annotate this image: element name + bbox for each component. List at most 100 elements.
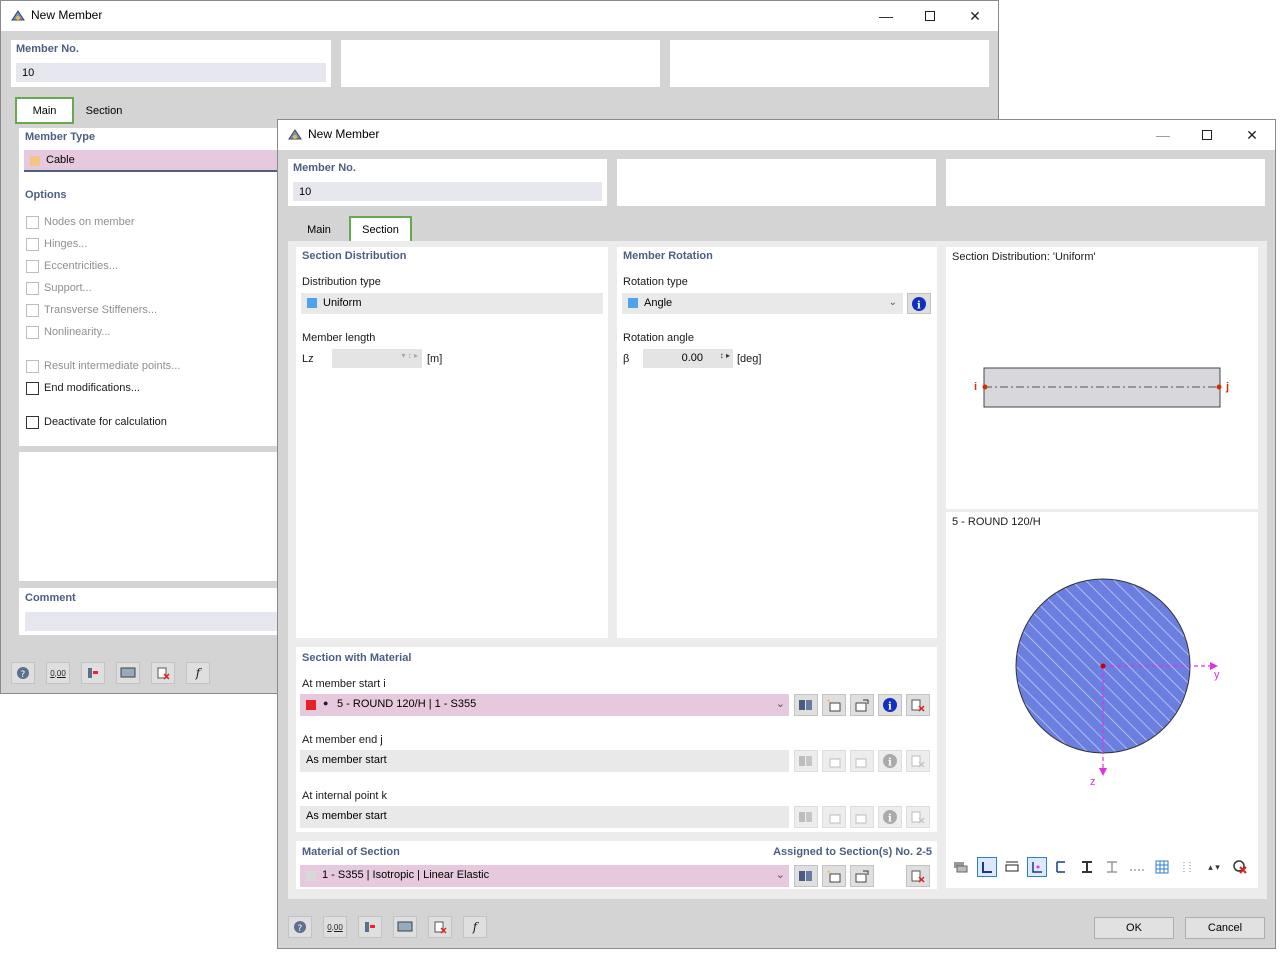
section-points-button[interactable] — [1177, 857, 1197, 877]
internal-edit-button[interactable] — [850, 806, 874, 828]
member-no-input[interactable]: 10 — [293, 182, 602, 201]
section-grid-button[interactable] — [1152, 857, 1172, 877]
chevron-down-icon: ⌄ — [775, 698, 785, 710]
start-delete-button[interactable] — [906, 694, 930, 716]
library-icon — [799, 812, 812, 822]
end-info-button[interactable]: i — [878, 750, 902, 772]
internal-new-button[interactable] — [822, 806, 846, 828]
section-dims-button[interactable] — [977, 857, 997, 877]
maximize-button[interactable] — [907, 1, 953, 31]
rotation-angle-input[interactable]: 0.00 ↕ ▸ — [643, 349, 733, 368]
maximize-button[interactable] — [1184, 120, 1230, 150]
rotation-type-value: Angle — [644, 297, 673, 309]
section-ibeam-outline-button[interactable] — [1102, 857, 1122, 877]
minimize-button[interactable]: — — [1140, 120, 1186, 150]
start-label: At member start i — [302, 678, 386, 690]
back-tab-main[interactable]: Main — [15, 97, 74, 124]
view-button[interactable] — [116, 662, 140, 684]
section-dimline-button[interactable] — [1127, 857, 1147, 877]
cancel-button[interactable]: Cancel — [1185, 917, 1265, 939]
material-library-button[interactable] — [794, 865, 818, 887]
help-button[interactable]: ? — [11, 662, 35, 684]
start-section-combo[interactable]: ● 5 - ROUND 120/H | 1 - S355 ⌄ — [300, 694, 789, 716]
internal-info-button[interactable]: i — [878, 806, 902, 828]
help-icon: ? — [17, 667, 29, 680]
material-edit-button[interactable] — [850, 865, 874, 887]
member-type-combo[interactable]: Cable — [24, 150, 281, 172]
material-new-button[interactable] — [822, 865, 846, 887]
formula-button[interactable]: f — [463, 916, 487, 938]
svg-text:?: ? — [21, 670, 26, 680]
rotation-info-button[interactable]: i — [907, 293, 931, 314]
section-shear-button[interactable] — [1050, 857, 1070, 877]
member-length-input[interactable]: ▾ ↕ ▸ — [332, 349, 422, 368]
end-section-field[interactable]: As member start — [300, 750, 789, 772]
tab-section[interactable]: Section — [349, 216, 412, 243]
minimize-button[interactable]: — — [863, 1, 909, 31]
internal-delete-button[interactable] — [906, 806, 930, 828]
units-button[interactable]: 0,00 — [323, 916, 347, 938]
delete-button[interactable] — [428, 916, 452, 938]
delete-icon — [911, 755, 925, 768]
formula-button[interactable]: f — [186, 662, 210, 684]
option-checkbox[interactable] — [26, 238, 39, 251]
result-points-checkbox[interactable] — [26, 360, 39, 373]
start-new-button[interactable] — [822, 694, 846, 716]
option-checkbox[interactable] — [26, 304, 39, 317]
section-layers-button[interactable] — [950, 857, 970, 877]
end-edit-button[interactable] — [850, 750, 874, 772]
ok-button[interactable]: OK — [1094, 917, 1174, 939]
units-button[interactable]: 0,00 — [46, 662, 70, 684]
close-button[interactable]: ✕ — [1229, 120, 1275, 150]
dimension-icon — [982, 862, 992, 873]
internal-section-field[interactable]: As member start — [300, 806, 789, 828]
back-empty-panel-2 — [670, 40, 989, 87]
start-edit-button[interactable] — [850, 694, 874, 716]
option-checkbox[interactable] — [26, 216, 39, 229]
option-label: Support... — [44, 282, 92, 294]
reset-view-icon — [1233, 860, 1247, 874]
option-checkbox[interactable] — [26, 282, 39, 295]
back-blank-panel — [19, 452, 281, 581]
member-rotation-panel: Member Rotation Rotation type Angle ⌄ i … — [617, 247, 937, 638]
comment-input[interactable] — [25, 612, 281, 631]
distribution-type-field[interactable]: Uniform — [301, 293, 603, 314]
material-combo[interactable]: 1 - S355 | Isotropic | Linear Elastic ⌄ — [300, 865, 789, 887]
end-library-button[interactable] — [794, 750, 818, 772]
section-more-button[interactable]: ▴ ▾ — [1202, 857, 1226, 877]
uniform-swatch — [307, 298, 317, 308]
tab-main[interactable]: Main — [292, 219, 346, 241]
option-checkbox[interactable] — [26, 326, 39, 339]
material-delete-button[interactable] — [906, 865, 930, 887]
start-library-button[interactable] — [794, 694, 818, 716]
back-tab-section[interactable]: Section — [76, 100, 132, 122]
section-axis-button[interactable] — [1027, 857, 1047, 877]
distribution-preview-panel: Section Distribution: 'Uniform' i j — [946, 247, 1258, 509]
help-button[interactable]: ? — [288, 916, 312, 938]
start-section-value: 5 - ROUND 120/H | 1 - S355 — [337, 698, 477, 710]
member-no-input[interactable]: 10 — [16, 63, 326, 82]
section-ibeam-button[interactable] — [1077, 857, 1097, 877]
info-node-button[interactable] — [358, 916, 382, 938]
new-section-icon — [827, 699, 841, 712]
end-new-button[interactable] — [822, 750, 846, 772]
front-dialog: New Member — ✕ Member No. 10 Main Sectio… — [277, 119, 1276, 949]
start-info-button[interactable]: i — [878, 694, 902, 716]
material-panel: Material of Section Assigned to Section(… — [296, 841, 937, 889]
close-button[interactable]: ✕ — [952, 1, 998, 31]
edit-section-icon — [855, 699, 869, 712]
option-checkbox[interactable] — [26, 260, 39, 273]
end-modifications-checkbox[interactable] — [26, 382, 39, 395]
internal-library-button[interactable] — [794, 806, 818, 828]
section-reset-button[interactable] — [1230, 857, 1250, 877]
info-node-button[interactable] — [81, 662, 105, 684]
material-assigned-label: Assigned to Section(s) No. 2-5 — [773, 846, 932, 858]
delete-button[interactable] — [151, 662, 175, 684]
section-width-button[interactable] — [1002, 857, 1022, 877]
deactivate-checkbox[interactable] — [26, 416, 39, 429]
end-delete-button[interactable] — [906, 750, 930, 772]
internal-label: At internal point k — [302, 790, 387, 802]
view-button[interactable] — [393, 916, 417, 938]
rotation-type-combo[interactable]: Angle ⌄ — [622, 293, 903, 314]
node-j-label: j — [1226, 381, 1230, 393]
